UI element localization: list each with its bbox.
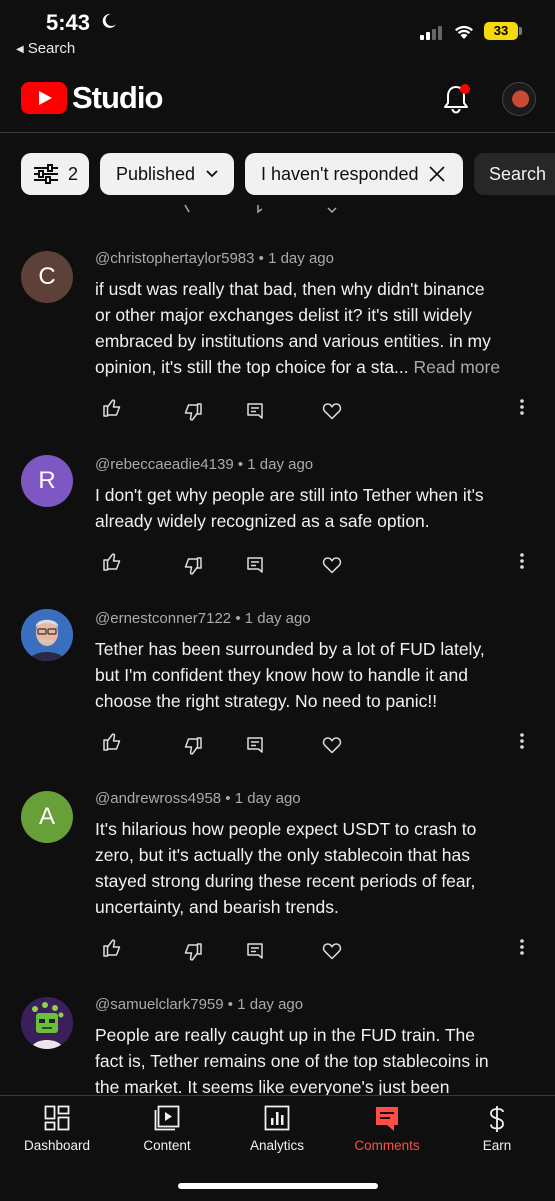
- app-title: Studio: [72, 80, 163, 115]
- comment-time: 1 day ago: [268, 250, 334, 267]
- comment-actions: [0, 552, 555, 576]
- home-indicator: [178, 1183, 378, 1189]
- comment-meta: @rebeccaeadie4139 • 1 day ago: [95, 456, 314, 473]
- like-icon[interactable]: [102, 938, 122, 958]
- back-arrow-icon: ◀: [16, 44, 24, 55]
- nav-analytics[interactable]: Analytics: [222, 1096, 332, 1153]
- avatar[interactable]: A: [21, 791, 73, 843]
- wifi-icon: [455, 25, 473, 39]
- nav-comments[interactable]: Comments: [332, 1096, 442, 1153]
- reply-icon[interactable]: [245, 555, 265, 575]
- published-label: Published: [116, 163, 196, 184]
- nav-dashboard-label: Dashboard: [23, 1138, 91, 1153]
- chevron-down-icon: [206, 170, 218, 178]
- dislike-icon-fragment: [184, 204, 190, 213]
- comment-author[interactable]: @rebeccaeadie4139: [95, 456, 234, 473]
- comment-author[interactable]: @samuelclark7959: [95, 996, 224, 1013]
- comment-text: People are really caught up in the FUD t…: [95, 1025, 489, 1097]
- published-filter-chip[interactable]: Published: [100, 153, 234, 195]
- battery-indicator: 33: [484, 22, 518, 40]
- dashboard-icon: [44, 1105, 70, 1131]
- like-icon[interactable]: [102, 732, 122, 752]
- nav-dashboard[interactable]: Dashboard: [2, 1096, 112, 1153]
- youtube-logo-icon[interactable]: [21, 82, 67, 114]
- nav-content-label: Content: [143, 1138, 191, 1153]
- dislike-icon[interactable]: [183, 736, 203, 756]
- user-photo-icon: [21, 997, 73, 1049]
- notification-dot: [460, 84, 470, 94]
- dislike-icon[interactable]: [183, 402, 203, 422]
- dollar-icon: [490, 1106, 504, 1132]
- heart-icon[interactable]: [322, 401, 342, 421]
- comment-text: It's hilarious how people expect USDT to…: [95, 819, 477, 917]
- comments-icon: [376, 1107, 398, 1131]
- reply-icon-fragment: [257, 205, 263, 214]
- comment-text: I don't get why people are still into Te…: [95, 485, 484, 531]
- comment-meta: @samuelclark7959 • 1 day ago: [95, 996, 304, 1013]
- app-header: Studio: [0, 66, 555, 133]
- heart-icon[interactable]: [322, 555, 342, 575]
- search-label: Search: [489, 163, 547, 184]
- more-options-icon[interactable]: [519, 732, 525, 750]
- heart-icon[interactable]: [322, 941, 342, 961]
- comment-meta: @andrewross4958 • 1 day ago: [95, 790, 301, 807]
- more-options-icon[interactable]: [519, 938, 525, 956]
- comment-time: 1 day ago: [234, 790, 301, 807]
- comment-time: 1 day ago: [247, 456, 314, 473]
- user-photo-icon: [21, 609, 73, 661]
- close-icon[interactable]: [427, 164, 447, 184]
- avatar[interactable]: [21, 997, 73, 1049]
- reply-icon[interactable]: [245, 735, 265, 755]
- filter-count: 2: [68, 163, 79, 184]
- read-more-link[interactable]: Read more: [414, 357, 501, 377]
- more-options-icon[interactable]: [519, 398, 525, 416]
- comment-author[interactable]: @andrewross4958: [95, 790, 221, 807]
- avatar[interactable]: [21, 609, 73, 661]
- cellular-signal-icon: [420, 26, 442, 40]
- dislike-icon[interactable]: [183, 556, 203, 576]
- moon-icon: [102, 13, 116, 28]
- comment-meta: @ernestconner7122 • 1 day ago: [95, 610, 311, 627]
- response-label: I haven't responded: [261, 163, 419, 184]
- comment-author[interactable]: @ernestconner7122: [95, 610, 231, 627]
- nav-comments-label: Comments: [354, 1138, 420, 1153]
- comment-author[interactable]: @christophertaylor5983: [95, 250, 254, 267]
- clock: 5:43: [46, 10, 91, 35]
- comment-text: if usdt was really that bad, then why di…: [95, 279, 501, 377]
- more-options-icon[interactable]: [519, 552, 525, 570]
- comment-actions: [0, 398, 555, 422]
- content-icon: [154, 1105, 180, 1131]
- nav-content[interactable]: Content: [112, 1096, 222, 1153]
- avatar[interactable]: R: [21, 455, 73, 507]
- reply-icon[interactable]: [245, 401, 265, 421]
- avatar[interactable]: C: [21, 251, 73, 303]
- comment-text: Tether has been surrounded by a lot of F…: [95, 639, 485, 711]
- like-icon[interactable]: [102, 398, 122, 418]
- comment-actions: [0, 938, 555, 962]
- account-avatar[interactable]: [502, 82, 536, 116]
- filter-settings-chip[interactable]: 2: [21, 153, 89, 195]
- back-to-search-link[interactable]: ◀ Search: [16, 40, 75, 57]
- filter-bar: 2 Published I haven't responded Search: [0, 153, 555, 197]
- reply-icon[interactable]: [245, 941, 265, 961]
- nav-analytics-label: Analytics: [249, 1138, 305, 1153]
- previous-comment-actions: [0, 204, 555, 218]
- comment-meta: @christophertaylor5983 • 1 day ago: [95, 250, 334, 267]
- comment-actions: [0, 732, 555, 756]
- search-chip[interactable]: Search: [474, 153, 555, 195]
- like-icon[interactable]: [102, 552, 122, 572]
- battery-tip: [519, 27, 522, 35]
- response-filter-chip[interactable]: I haven't responded: [245, 153, 463, 195]
- nav-earn-label: Earn: [482, 1138, 512, 1153]
- heart-icon[interactable]: [322, 735, 342, 755]
- nav-earn[interactable]: Earn: [442, 1096, 552, 1153]
- comment-time: 1 day ago: [237, 996, 304, 1013]
- dislike-icon[interactable]: [183, 942, 203, 962]
- heart-icon-fragment: [327, 207, 337, 214]
- comment-time: 1 day ago: [244, 610, 311, 627]
- status-bar: 5:43 ◀ Search 33: [0, 0, 555, 66]
- analytics-icon: [264, 1105, 290, 1131]
- sliders-icon: [34, 164, 58, 184]
